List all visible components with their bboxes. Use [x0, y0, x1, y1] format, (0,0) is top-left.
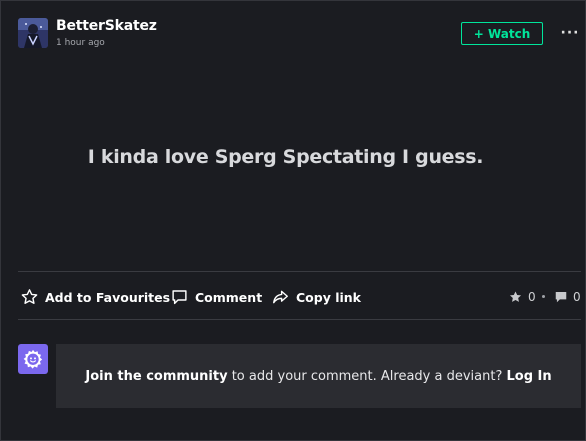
add-to-favourites-label: Add to Favourites — [45, 289, 171, 305]
post-time[interactable]: 1 hour ago — [56, 38, 105, 48]
favourites-count-value: 0 — [528, 290, 536, 304]
star-filled-icon — [509, 291, 522, 302]
copy-link-label: Copy link — [296, 289, 361, 305]
join-community-text: to add your comment. Already a deviant? — [227, 368, 507, 384]
divider-top — [18, 271, 581, 272]
comments-count[interactable]: 0 — [554, 289, 581, 305]
stat-separator — [542, 295, 545, 298]
divider-bottom — [18, 319, 581, 320]
community-avatar — [18, 344, 48, 374]
comment-label: Comment — [195, 289, 263, 305]
watch-button[interactable]: + Watch — [461, 22, 543, 45]
speech-bubble-filled-icon — [555, 292, 567, 303]
add-to-favourites-button[interactable]: Add to Favourites — [20, 286, 170, 308]
copy-link-button[interactable]: Copy link — [271, 286, 361, 308]
log-in-link[interactable]: Log In — [506, 369, 551, 384]
watch-label: + Watch — [473, 26, 531, 41]
author-avatar[interactable] — [18, 18, 48, 48]
more-options-button[interactable]: ··· — [561, 25, 579, 41]
comments-count-value: 0 — [573, 290, 581, 304]
more-icon: ··· — [560, 25, 580, 41]
comment-button[interactable]: Comment — [170, 286, 262, 308]
share-arrow-icon — [273, 290, 288, 304]
author-avatar-image — [18, 18, 48, 48]
join-community-panel: Join the community to add your comment. … — [56, 344, 581, 408]
status-text: I kinda love Sperg Spectating I guess. — [87, 146, 484, 168]
speech-bubble-icon — [172, 290, 187, 305]
status-card: BetterSkatez 1 hour ago + Watch ··· I ki… — [0, 0, 586, 441]
star-outline-icon — [21, 289, 38, 305]
author-name[interactable]: BetterSkatez — [56, 18, 157, 34]
deviantart-gear-face-icon — [23, 349, 43, 369]
join-community-link[interactable]: Join the community — [85, 369, 227, 384]
favourites-count[interactable]: 0 — [508, 289, 536, 305]
